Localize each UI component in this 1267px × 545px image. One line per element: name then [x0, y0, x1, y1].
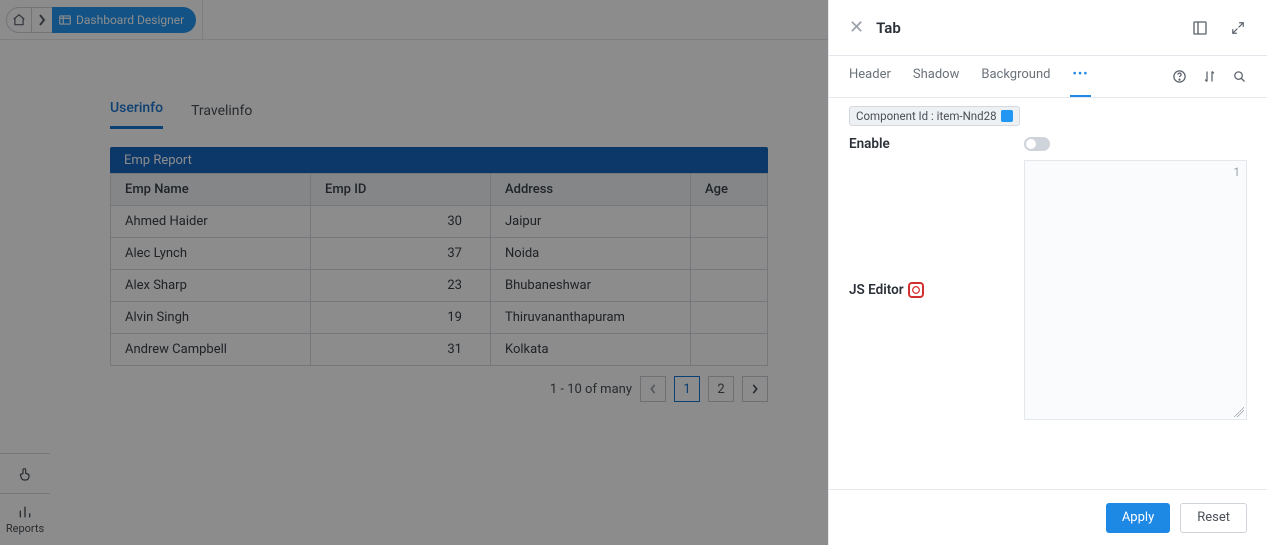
tab-userinfo[interactable]: Userinfo [110, 100, 163, 129]
close-icon[interactable]: ✕ [849, 17, 864, 38]
tab-travelinfo[interactable]: Travelinfo [191, 103, 252, 129]
reset-button[interactable]: Reset [1180, 503, 1247, 533]
panel-tab-header[interactable]: Header [849, 67, 891, 86]
table-row: Alvin Singh19Thiruvananthapuram [111, 302, 768, 334]
page-next-button[interactable] [742, 376, 768, 402]
side-reports-button[interactable]: Reports [0, 493, 50, 545]
expand-icon[interactable] [1229, 19, 1247, 37]
help-icon[interactable] [1171, 69, 1187, 85]
col-age[interactable]: Age [691, 174, 768, 206]
table-row: Alex Sharp23Bhubaneshwar [111, 270, 768, 302]
side-touch-button[interactable] [0, 453, 50, 493]
page-1-button[interactable]: 1 [674, 376, 700, 402]
report-title: Emp Report [110, 147, 768, 173]
table-row: Alec Lynch37Noida [111, 238, 768, 270]
copy-icon[interactable] [1001, 110, 1013, 122]
sort-icon[interactable] [1201, 69, 1217, 85]
main-tabs: Userinfo Travelinfo [110, 100, 768, 129]
js-editor-label: JS Editor [849, 282, 924, 298]
editor-line-number: 1 [1234, 165, 1240, 179]
panel-tab-background[interactable]: Background [981, 67, 1050, 86]
js-editor-help-icon[interactable] [908, 282, 924, 298]
table-row: Andrew Campbell31Kolkata [111, 334, 768, 366]
pagination: 1 - 10 of many 1 2 [110, 376, 768, 402]
breadcrumb-title: Dashboard Designer [76, 13, 184, 27]
col-emp-id[interactable]: Emp ID [311, 174, 491, 206]
pagination-range: 1 - 10 of many [550, 382, 632, 397]
search-icon[interactable] [1231, 69, 1247, 85]
home-icon[interactable] [6, 7, 32, 33]
panel-tabs: Header Shadow Background ••• [829, 56, 1267, 98]
col-emp-name[interactable]: Emp Name [111, 174, 311, 206]
page-2-button[interactable]: 2 [708, 376, 734, 402]
panel-title: Tab [876, 19, 1171, 37]
table-row: Ahmed Haider30Jaipur [111, 206, 768, 238]
panel-tab-more[interactable]: ••• [1072, 67, 1088, 86]
panel-tab-shadow[interactable]: Shadow [913, 67, 959, 86]
breadcrumb-current[interactable]: Dashboard Designer [52, 7, 196, 33]
enable-label: Enable [849, 136, 1024, 152]
resize-handle[interactable] [1234, 407, 1244, 417]
component-id-text: Component Id : item-Nnd28 [856, 109, 997, 123]
top-bar: Dashboard Designer [0, 0, 828, 40]
report-table: Emp Name Emp ID Address Age Ahmed Haider… [110, 173, 768, 366]
js-editor-textarea[interactable]: 1 [1024, 160, 1247, 420]
properties-panel: ✕ Tab Header Shadow Background ••• Compo… [828, 0, 1267, 545]
layout-icon[interactable] [1191, 19, 1209, 37]
apply-button[interactable]: Apply [1106, 503, 1170, 533]
breadcrumb-chevron-icon [32, 7, 52, 33]
page-prev-button[interactable] [640, 376, 666, 402]
side-reports-label: Reports [6, 522, 44, 535]
side-rail: Reports [0, 453, 50, 545]
enable-toggle[interactable] [1024, 137, 1050, 151]
main-area: Userinfo Travelinfo Emp Report Emp Name … [50, 40, 828, 545]
component-id-chip[interactable]: Component Id : item-Nnd28 [849, 106, 1020, 126]
col-address[interactable]: Address [491, 174, 691, 206]
